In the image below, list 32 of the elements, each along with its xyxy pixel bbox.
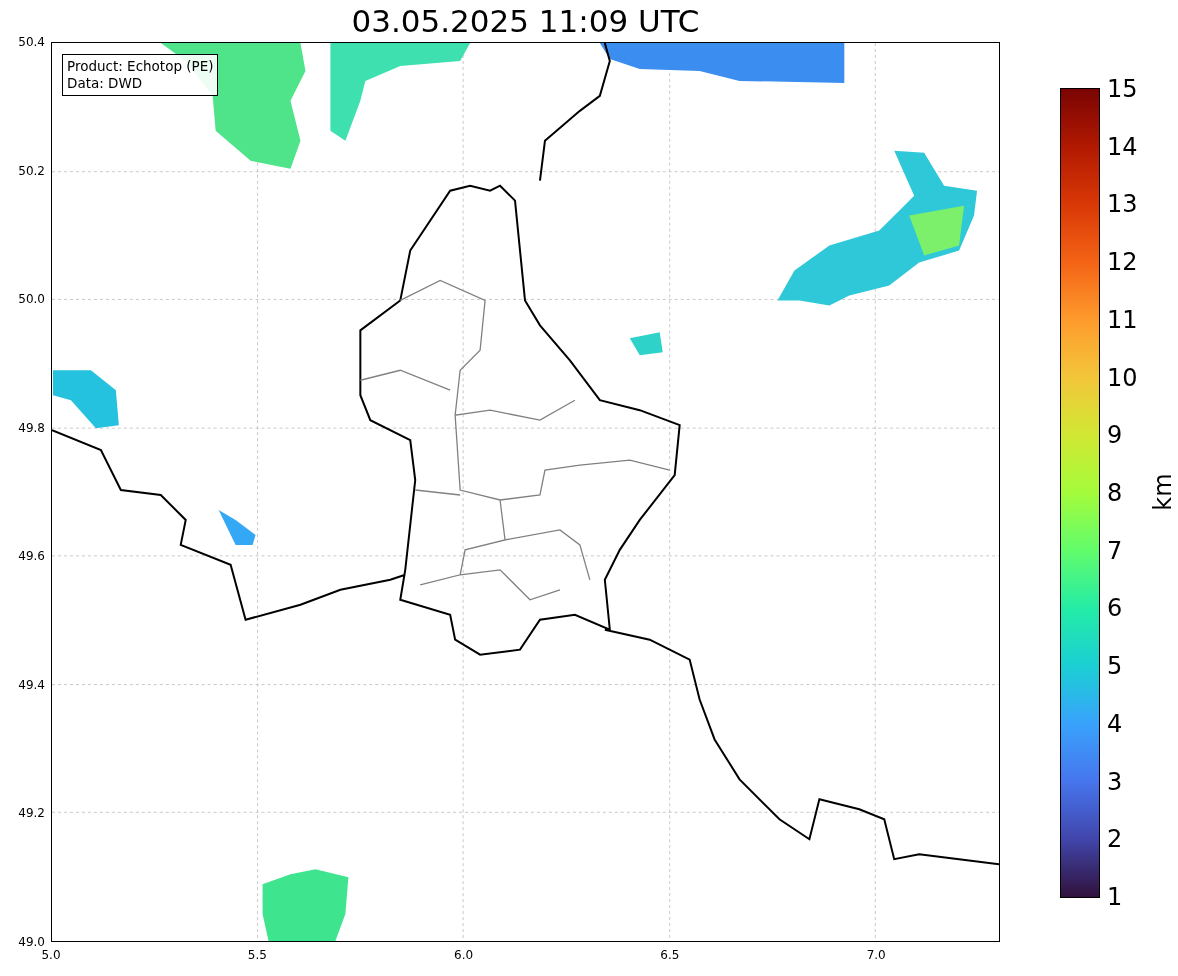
colorbar-tick-label: 13: [1107, 190, 1138, 219]
colorbar-tick-label: 11: [1107, 305, 1138, 334]
colorbar-tick-label: 7: [1107, 536, 1123, 565]
colorbar-tick-label: 9: [1107, 421, 1123, 450]
colorbar-tick-label: 3: [1107, 767, 1123, 796]
legend-text: Data: DWD: [67, 75, 144, 92]
colorbar-tick-label: 5: [1107, 652, 1123, 681]
x-axis-tick-label: 7.0: [866, 948, 886, 962]
colorbar-tick-label: 4: [1107, 709, 1123, 738]
x-axis-tick-label: 5.5: [247, 948, 267, 962]
colorbar-tick-label: 12: [1107, 248, 1138, 277]
y-axis-tick-label: 49.0: [18, 935, 45, 949]
colorbar-tick-label: 14: [1107, 132, 1138, 161]
y-axis-tick-label: 50.0: [18, 292, 45, 307]
y-axis-tick-label: 50.2: [18, 163, 45, 178]
colorbar-label: km: [1148, 473, 1177, 511]
legend-text: Product: Echotop (PE): [67, 58, 214, 75]
x-axis-tick-label: 6.0: [454, 948, 474, 962]
colorbar-tick-label: 1: [1107, 883, 1123, 911]
x-axis-tick-label: 5.0: [41, 948, 61, 962]
colorbar-tick-label: 10: [1107, 363, 1138, 392]
y-axis-tick-label: 49.2: [18, 806, 45, 821]
y-axis-tick-label: 49.4: [18, 677, 45, 692]
colorbar-tick-label: 8: [1107, 479, 1123, 507]
chart-title: 03.05.2025 11:09 UTC: [351, 3, 700, 39]
colorbar-tick-label: 15: [1107, 75, 1138, 103]
colorbar-tick-label: 6: [1107, 594, 1123, 623]
y-axis-tick-label: 49.8: [18, 420, 45, 435]
y-axis-tick-label: 49.6: [18, 549, 45, 564]
colorbar-tick-label: 2: [1107, 825, 1123, 854]
x-axis-tick-label: 6.5: [660, 948, 680, 962]
y-axis-tick-label: 50.4: [18, 35, 45, 49]
